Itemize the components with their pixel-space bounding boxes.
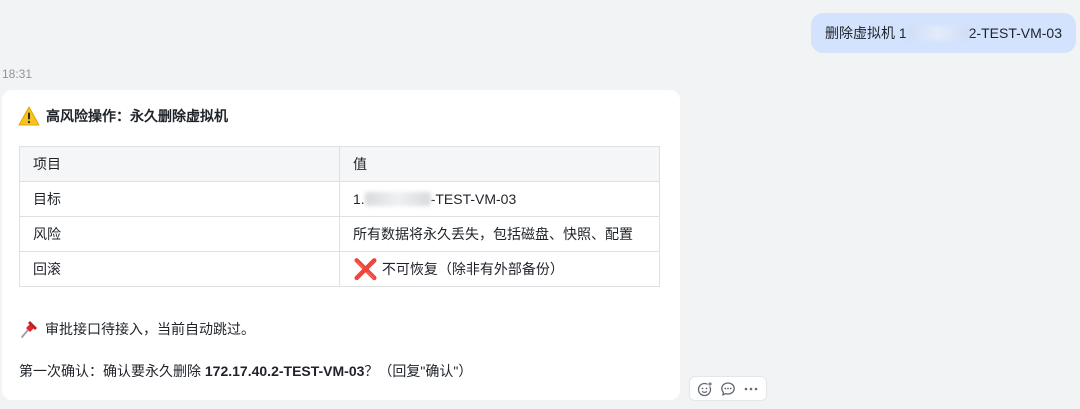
column-header-value: 值 — [339, 146, 660, 182]
row-value-target: 1. -TEST-VM-03 — [339, 181, 660, 217]
card-title-text: 高风险操作：永久删除虚拟机 — [46, 108, 228, 124]
rollback-text: 不可恢复（除非有外部备份） — [381, 260, 564, 277]
row-item-rollback: 回滚 — [19, 251, 340, 287]
add-emoji-icon[interactable] — [696, 380, 714, 398]
user-message-prefix: 删除虚拟机 1 — [824, 25, 907, 41]
row-item-risk: 风险 — [19, 216, 340, 252]
confirm-target: 172.17.40.2-TEST-VM-03 — [204, 363, 365, 379]
approval-note-text: 审批接口待接入，当前自动跳过。 — [45, 321, 255, 337]
message-timestamp: 18:31 — [2, 67, 33, 81]
message-actions-bar — [689, 376, 767, 401]
table-header-row: 项目 值 — [19, 146, 660, 182]
table-row: 风险 所有数据将永久丢失，包括磁盘、快照、配置 — [19, 216, 660, 252]
pushpin-icon — [21, 321, 37, 338]
confirm-suffix: ？（回复"确认"） — [364, 363, 473, 379]
target-prefix: 1. — [353, 191, 365, 207]
more-icon[interactable] — [742, 380, 760, 398]
bot-message-card: 高风险操作：永久删除虚拟机 项目 值 目标 1. -TEST-VM-03 风险 所… — [2, 90, 680, 400]
warning-icon — [18, 106, 40, 126]
row-value-rollback: ❌ 不可恢复（除非有外部备份） — [339, 251, 660, 287]
cross-icon: ❌ — [353, 258, 378, 281]
operation-info-table: 项目 值 目标 1. -TEST-VM-03 风险 所有数据将永久丢失，包括磁盘、… — [19, 146, 660, 287]
approval-note: 审批接口待接入，当前自动跳过。 — [19, 319, 255, 339]
card-title: 高风险操作：永久删除虚拟机 — [18, 106, 228, 126]
masked-text — [364, 192, 431, 206]
masked-text — [906, 26, 969, 40]
target-suffix: -TEST-VM-03 — [430, 191, 517, 207]
row-value-risk: 所有数据将永久丢失，包括磁盘、快照、配置 — [339, 216, 660, 252]
confirm-prefix: 第一次确认：确认要永久删除 — [19, 363, 205, 379]
user-message-bubble: 删除虚拟机 1 2-TEST-VM-03 — [810, 13, 1076, 53]
user-message-suffix: 2-TEST-VM-03 — [968, 25, 1062, 41]
comment-icon[interactable] — [719, 380, 737, 398]
table-row: 回滚 ❌ 不可恢复（除非有外部备份） — [19, 251, 660, 287]
confirmation-prompt: 第一次确认：确认要永久删除 172.17.40.2-TEST-VM-03？（回复… — [19, 361, 472, 381]
row-item-target: 目标 — [19, 181, 340, 217]
table-row: 目标 1. -TEST-VM-03 — [19, 181, 660, 217]
column-header-item: 项目 — [19, 146, 340, 182]
